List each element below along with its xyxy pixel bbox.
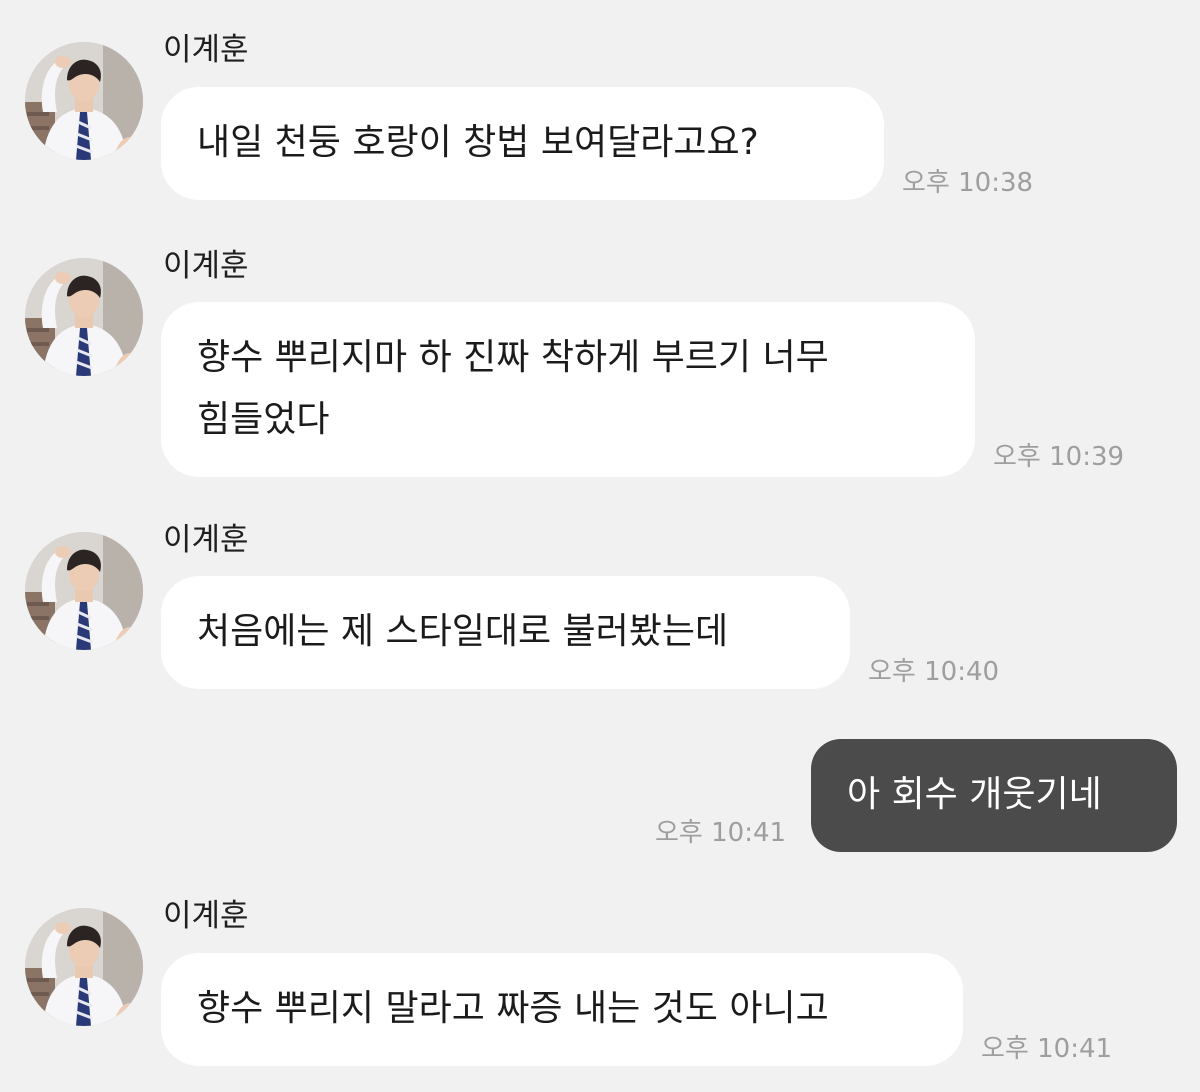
message-timestamp: 오후 10:41 [655,818,787,848]
message-text: 아 회수 개웃기네 [847,774,1102,815]
message-bubble[interactable]: 향수 뿌리지 말라고 짜증 내는 것도 아니고 [161,953,963,1066]
message-timestamp: 오후 10:40 [868,657,1000,687]
profile-photo-icon [25,908,143,1026]
profile-photo-icon [25,42,143,160]
message-bubble[interactable]: 향수 뿌리지마 하 진짜 착하게 부르기 너무 힘들었다 [161,302,975,477]
message-text: 향수 뿌리지 말라고 짜증 내는 것도 아니고 [197,988,829,1029]
sender-avatar[interactable] [25,258,143,376]
sender-name: 이계훈 [163,248,249,284]
message-bubble[interactable]: 아 회수 개웃기네 [811,739,1177,852]
message-timestamp: 오후 10:39 [993,442,1125,472]
sender-name: 이계훈 [163,898,249,934]
sender-name: 이계훈 [163,32,249,68]
sender-name: 이계훈 [163,522,249,558]
message-text: 내일 천둥 호랑이 창법 보여달라고요? [197,122,759,163]
message-bubble[interactable]: 내일 천둥 호랑이 창법 보여달라고요? [161,87,884,200]
message-bubble[interactable]: 처음에는 제 스타일대로 불러봤는데 [161,576,850,689]
profile-photo-icon [25,532,143,650]
sender-avatar[interactable] [25,908,143,1026]
message-timestamp: 오후 10:38 [902,168,1034,198]
profile-photo-icon [25,258,143,376]
message-timestamp: 오후 10:41 [981,1034,1113,1064]
sender-avatar[interactable] [25,42,143,160]
message-text-line: 향수 뿌리지마 하 진짜 착하게 부르기 너무 [197,337,829,378]
sender-avatar[interactable] [25,532,143,650]
message-text-line: 힘들었다 [197,399,330,440]
message-text: 처음에는 제 스타일대로 불러봤는데 [197,611,729,652]
